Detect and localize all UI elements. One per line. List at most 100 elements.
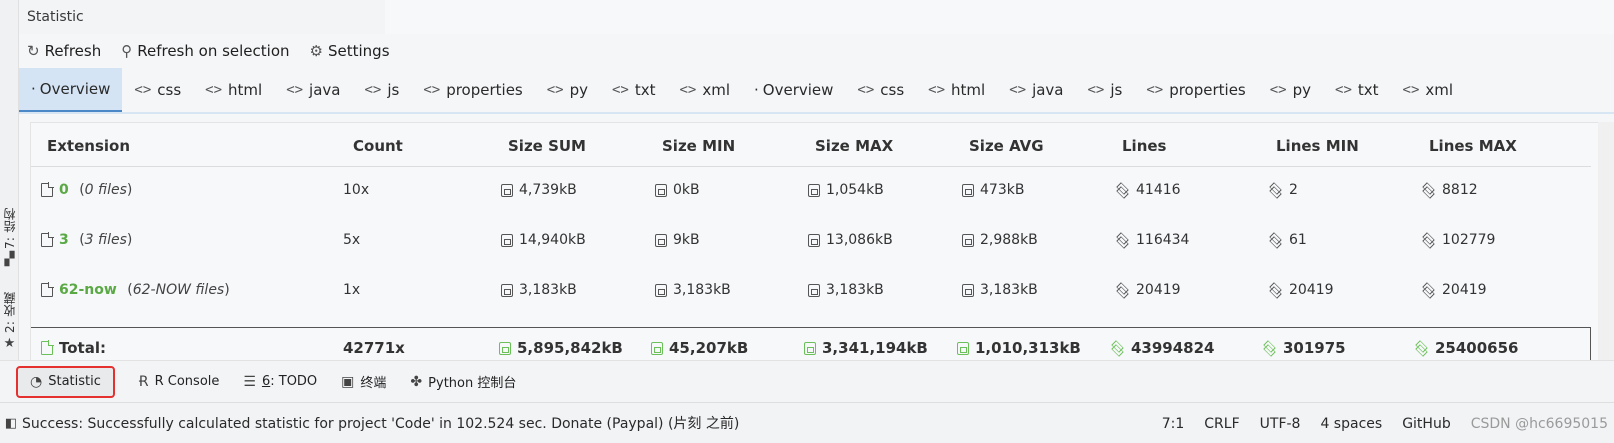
extension-name[interactable]: 62-now: [59, 282, 117, 298]
ide-window: 7: 结构 ▞ 2: 收藏 ★ Statistic ↻ Refresh ⚲ Re…: [0, 0, 1614, 443]
toggle-tool-windows-icon[interactable]: ◧: [0, 416, 22, 431]
header-size-max[interactable]: Size MAX: [815, 137, 893, 155]
disk-icon: [962, 233, 974, 247]
header-size-min[interactable]: Size MIN: [662, 137, 735, 155]
tab-py[interactable]: <> py: [535, 68, 600, 112]
file-count-label: 62-NOW files: [132, 282, 225, 298]
tab-label: html: [228, 81, 263, 99]
tab-txt[interactable]: <> txt: [600, 68, 668, 112]
disk-icon: [962, 283, 974, 297]
size-sum-value: 4,739kB: [519, 182, 577, 198]
vcs-widget[interactable]: GitHub: [1402, 416, 1451, 432]
tab-html[interactable]: <> html: [916, 68, 997, 112]
disk-icon: [655, 283, 667, 297]
refresh-on-selection-button[interactable]: ⚲ Refresh on selection: [121, 42, 289, 60]
tab-properties[interactable]: <> properties: [411, 68, 534, 112]
extension-name[interactable]: 0: [59, 182, 69, 198]
tab-label: txt: [634, 81, 656, 99]
tab-java[interactable]: <> java: [997, 68, 1075, 112]
tab-java[interactable]: <> java: [274, 68, 352, 112]
header-lines[interactable]: Lines: [1122, 137, 1166, 155]
code-icon: <>: [612, 82, 629, 98]
python-icon: ✤: [410, 373, 423, 390]
size-sum-value: 3,183kB: [519, 282, 577, 298]
line-separator[interactable]: CRLF: [1204, 416, 1239, 432]
total-label: Total:: [59, 339, 106, 357]
layers-icon: [1269, 284, 1283, 296]
layers-icon: [1116, 284, 1130, 296]
file-icon: [41, 232, 54, 247]
table-row[interactable]: 62-now (62-NOW files) 1x 3,183kB 3,183kB…: [31, 267, 1591, 317]
header-size-avg[interactable]: Size AVG: [969, 137, 1044, 155]
size-max-value: 13,086kB: [826, 232, 893, 248]
terminal-label: 终端: [360, 376, 387, 391]
header-lines-min[interactable]: Lines MIN: [1276, 137, 1359, 155]
list-icon: ☰: [243, 373, 256, 390]
structure-tab-label: 7: 结构: [3, 208, 17, 249]
status-message[interactable]: Success: Successfully calculated statist…: [22, 413, 739, 433]
r-console-tool-button[interactable]: Ɍ R Console: [139, 374, 220, 390]
header-extension[interactable]: Extension: [47, 137, 130, 155]
count-value: 5x: [343, 232, 361, 248]
table-row[interactable]: 0 (0 files) 10x 4,739kB 0kB 1,054kB 473k…: [31, 167, 1591, 217]
structure-tab[interactable]: 7: 结构 ▞: [0, 208, 19, 266]
indent-setting[interactable]: 4 spaces: [1320, 416, 1382, 432]
lines-max-value: 20419: [1442, 282, 1487, 298]
statistic-tool-button[interactable]: ◔ Statistic: [16, 365, 115, 398]
code-icon: <>: [1146, 82, 1164, 98]
favorites-tab[interactable]: 2: 收藏 ★: [0, 292, 19, 350]
layers-icon: [1116, 234, 1130, 246]
file-icon: [41, 282, 54, 297]
tab-xml[interactable]: <> xml: [668, 68, 743, 112]
tab-txt[interactable]: <> txt: [1323, 68, 1391, 112]
terminal-tool-button[interactable]: ▣ 终端: [341, 372, 387, 392]
extension-name[interactable]: 3: [59, 232, 69, 248]
tab-js[interactable]: <> js: [352, 68, 411, 112]
statistic-table: Extension Count Size SUM Size MIN Size M…: [30, 122, 1614, 360]
tab-properties[interactable]: <> properties: [1134, 68, 1257, 112]
code-icon: <>: [1009, 82, 1027, 98]
tool-window-header: Statistic: [19, 0, 1614, 34]
tab-py[interactable]: <> py: [1258, 68, 1323, 112]
code-icon: <>: [679, 82, 697, 98]
left-tool-strip: 7: 结构 ▞ 2: 收藏 ★: [0, 0, 19, 402]
file-count-label: 3 files: [84, 232, 127, 248]
caret-position[interactable]: 7:1: [1162, 416, 1185, 432]
tool-window-title: Statistic: [27, 9, 84, 25]
refresh-label: Refresh: [44, 42, 102, 60]
tab-overview[interactable]: · Overview: [742, 68, 845, 112]
gear-icon: ⚙: [309, 42, 323, 60]
header-lines-max[interactable]: Lines MAX: [1429, 137, 1517, 155]
python-console-tool-button[interactable]: ✤ Python 控制台: [410, 372, 516, 392]
tab-label: py: [569, 81, 588, 99]
settings-button[interactable]: ⚙ Settings: [310, 42, 390, 60]
todo-tool-button[interactable]: ☰ 6: TODO: [243, 374, 317, 390]
tab-xml[interactable]: <> xml: [1391, 68, 1466, 112]
tab-css[interactable]: <> css: [122, 68, 193, 112]
tab-js[interactable]: <> js: [1076, 68, 1135, 112]
table-row[interactable]: 3 (3 files) 5x 14,940kB 9kB 13,086kB 2,9…: [31, 217, 1591, 267]
layers-icon: [1422, 184, 1436, 196]
size-min-value: 0kB: [673, 182, 700, 198]
header-size-sum[interactable]: Size SUM: [508, 137, 586, 155]
layers-icon: [1263, 342, 1277, 354]
tab-label: css: [880, 81, 905, 99]
file-encoding[interactable]: UTF-8: [1260, 416, 1301, 432]
tab-html[interactable]: <> html: [193, 68, 274, 112]
status-bar: ◧ Success: Successfully calculated stati…: [0, 402, 1614, 443]
file-icon: [41, 340, 54, 355]
total-size-sum: 5,895,842kB: [517, 339, 623, 357]
refresh-button[interactable]: ↻ Refresh: [27, 42, 101, 60]
tab-overview[interactable]: · Overview: [19, 68, 123, 112]
header-count[interactable]: Count: [353, 137, 403, 155]
lines-min-value: 20419: [1289, 282, 1334, 298]
tab-css[interactable]: <> css: [845, 68, 916, 112]
size-max-value: 3,183kB: [826, 282, 884, 298]
structure-icon: ▞: [4, 252, 15, 267]
lines-min-value: 2: [1289, 182, 1298, 198]
code-icon: <>: [364, 82, 382, 98]
disk-icon: [499, 341, 511, 355]
table-vertical-scrollbar[interactable]: [1598, 122, 1614, 360]
total-lines: 43994824: [1131, 339, 1215, 357]
tab-label: properties: [446, 81, 523, 99]
